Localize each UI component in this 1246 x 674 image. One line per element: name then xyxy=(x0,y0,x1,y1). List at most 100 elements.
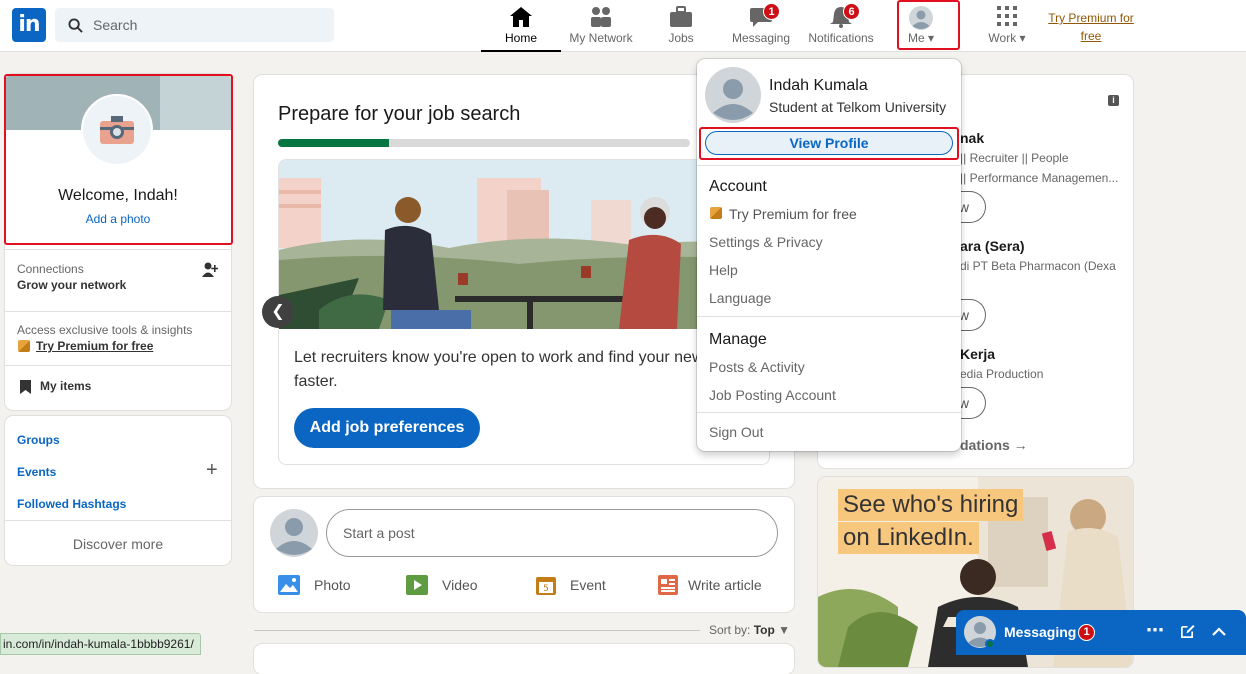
action-label: Event xyxy=(570,577,606,593)
progress-fill xyxy=(278,139,390,147)
try-premium-card-link[interactable]: Try Premium for free xyxy=(36,339,153,353)
post-video-button[interactable]: Video xyxy=(406,573,478,597)
action-label: Video xyxy=(442,577,478,593)
carousel-prev-button[interactable]: ❮ xyxy=(262,296,294,328)
premium-icon xyxy=(18,340,30,352)
dropdown-user-name: Indah Kumala xyxy=(769,77,868,94)
progress-bar xyxy=(278,139,690,147)
dropdown-avatar[interactable] xyxy=(705,67,761,123)
messaging-count-badge: 1 xyxy=(1078,624,1095,641)
calendar-icon: 5 xyxy=(536,577,556,595)
post-photo-button[interactable]: Photo xyxy=(278,573,351,597)
community-card: Groups Events + Followed Hashtags Discov… xyxy=(5,416,231,565)
connections-label[interactable]: Connections xyxy=(17,262,84,276)
nav-my-network[interactable]: My Network xyxy=(561,0,641,52)
search-icon xyxy=(68,18,83,33)
job-prompt-text: Let recruiters know you're open to work … xyxy=(294,349,730,390)
suggestion-name[interactable]: Kerja xyxy=(960,346,995,362)
suggestion-name[interactable]: ara (Sera) xyxy=(960,238,1025,254)
sort-label: Sort by: xyxy=(709,623,751,637)
home-icon xyxy=(510,7,532,27)
chevron-left-icon: ❮ xyxy=(271,303,285,320)
linkedin-logo[interactable]: in xyxy=(12,8,46,42)
feed-post-card xyxy=(254,644,794,674)
nav-label: Home xyxy=(504,31,537,45)
my-items-link[interactable]: My items xyxy=(40,379,91,393)
events-link[interactable]: Events xyxy=(17,465,56,479)
photo-icon xyxy=(278,575,300,595)
share-box: Start a post Photo Video 5 Event Write a… xyxy=(254,497,794,612)
menu-language[interactable]: Language xyxy=(709,290,771,306)
write-article-button[interactable]: Write article xyxy=(658,573,762,597)
account-heading: Account xyxy=(709,178,767,195)
nav-label: My Network xyxy=(569,31,633,45)
chevron-up-icon[interactable] xyxy=(1212,627,1226,637)
nav-label: Notifications xyxy=(808,31,874,45)
caret-down-icon: ▾ xyxy=(1019,31,1026,45)
post-event-button[interactable]: 5 Event xyxy=(536,573,606,597)
menu-posts-activity[interactable]: Posts & Activity xyxy=(709,359,805,375)
discover-more-link[interactable]: Discover more xyxy=(5,536,231,552)
menu-help[interactable]: Help xyxy=(709,262,738,278)
nav-messaging[interactable]: 1 Messaging xyxy=(721,0,801,52)
notifications-badge: 6 xyxy=(843,3,860,20)
sort-by-control[interactable]: Sort by: Top ▼ xyxy=(709,623,790,637)
menu-job-posting-account[interactable]: Job Posting Account xyxy=(709,387,836,403)
menu-sign-out[interactable]: Sign Out xyxy=(709,424,763,440)
nav-home[interactable]: Home xyxy=(481,0,561,52)
suggestion-headline: edia Production xyxy=(960,367,1044,381)
nav-label: Jobs xyxy=(668,31,694,45)
video-icon xyxy=(406,575,428,595)
suggestion-name[interactable]: nak xyxy=(960,130,984,146)
caret-down-icon: ▼ xyxy=(778,623,791,637)
highlight-view-profile-box xyxy=(699,127,959,160)
groups-link[interactable]: Groups xyxy=(17,433,60,447)
me-dropdown-menu: Indah Kumala Student at Telkom Universit… xyxy=(697,59,961,451)
add-job-preferences-button[interactable]: Add job preferences xyxy=(294,408,480,448)
premium-icon xyxy=(710,207,722,219)
top-navbar: in Home My Network Jobs 1 Messaging 6 No… xyxy=(0,0,1246,52)
feed-divider xyxy=(254,630,700,631)
nav-work[interactable]: Work ▾ xyxy=(977,0,1037,52)
action-label: Photo xyxy=(314,577,351,593)
svg-text:5: 5 xyxy=(543,584,549,594)
add-person-icon[interactable] xyxy=(202,262,218,278)
view-recommendations-link[interactable]: dations → xyxy=(960,437,1028,453)
more-options-icon[interactable]: ⋯ xyxy=(1146,620,1164,641)
grid-icon xyxy=(997,6,1017,26)
messaging-overlay[interactable]: Messaging 1 ⋯ xyxy=(956,610,1246,655)
search-input[interactable] xyxy=(93,8,323,42)
compose-icon[interactable] xyxy=(1180,624,1195,639)
highlight-me-box xyxy=(897,0,960,50)
search-bar[interactable] xyxy=(55,8,334,42)
messaging-badge: 1 xyxy=(763,3,780,20)
dropdown-user-headline: Student at Telkom University xyxy=(769,99,947,115)
nav-label: Messaging xyxy=(731,31,791,45)
sort-value: Top xyxy=(753,623,775,637)
bookmark-icon xyxy=(20,380,31,394)
ad-headline-line1: See who's hiring xyxy=(838,489,1024,521)
grow-network-link[interactable]: Grow your network xyxy=(17,278,126,292)
job-card-title: Prepare for your job search xyxy=(278,103,521,125)
try-premium-link[interactable]: Try Premium for free xyxy=(1046,9,1136,45)
nav-jobs[interactable]: Jobs xyxy=(641,0,721,52)
nav-label: Work xyxy=(988,31,1017,45)
info-icon[interactable]: i xyxy=(1108,95,1119,106)
briefcase-icon xyxy=(670,6,692,27)
ad-headline-line2: on LinkedIn. xyxy=(838,522,979,554)
menu-settings-privacy[interactable]: Settings & Privacy xyxy=(709,234,823,250)
action-label: Write article xyxy=(688,577,762,593)
nav-notifications[interactable]: 6 Notifications xyxy=(801,0,881,52)
arrow-right-icon: → xyxy=(1013,437,1028,453)
suggestion-headline: || Performance Managemen... xyxy=(960,171,1119,185)
plus-icon[interactable]: + xyxy=(206,459,218,482)
online-status-dot xyxy=(985,639,995,649)
suggestion-headline: di PT Beta Pharmacon (Dexa xyxy=(960,259,1116,273)
menu-try-premium[interactable]: Try Premium for free xyxy=(729,206,857,222)
hashtags-link[interactable]: Followed Hashtags xyxy=(17,497,126,511)
network-icon xyxy=(591,7,611,27)
user-avatar[interactable] xyxy=(270,509,318,557)
manage-heading: Manage xyxy=(709,331,767,348)
start-post-input[interactable]: Start a post xyxy=(326,509,778,557)
highlight-profile-box xyxy=(4,74,233,245)
